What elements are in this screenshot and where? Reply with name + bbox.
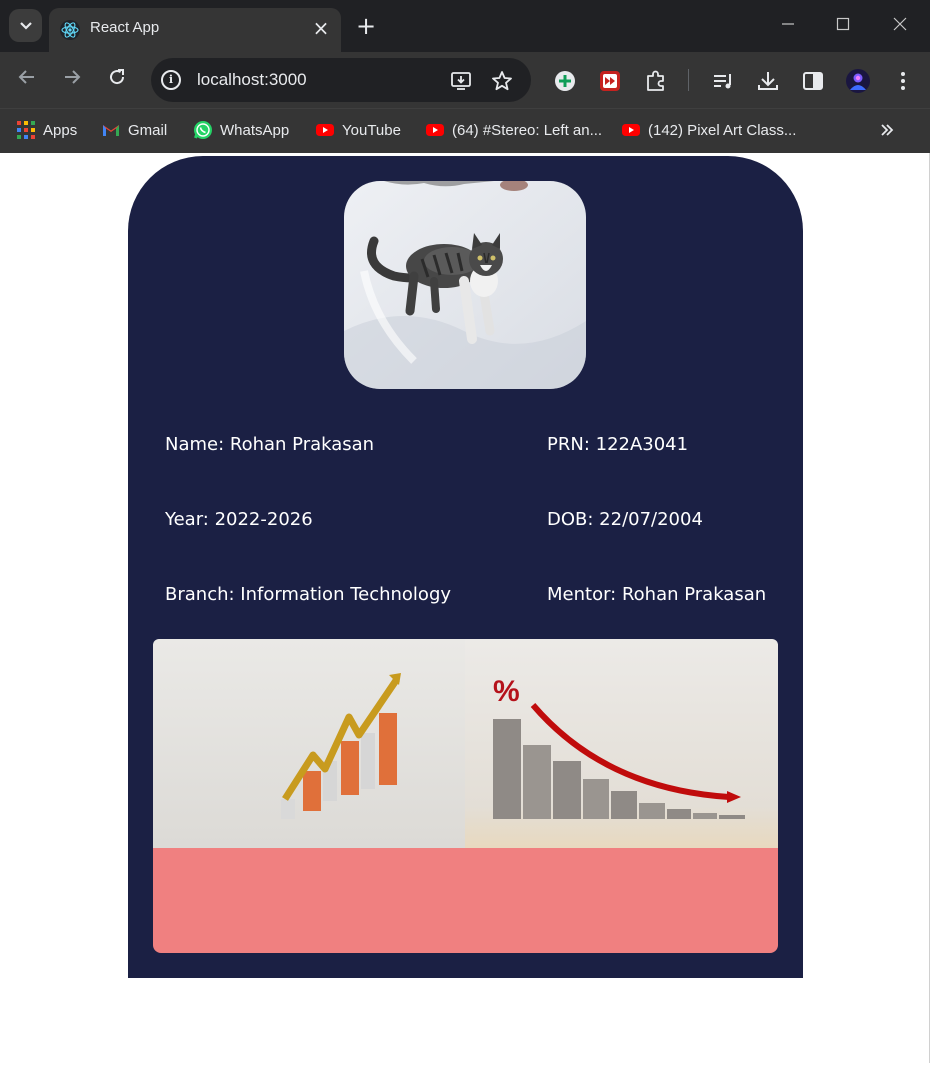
install-app-icon[interactable] xyxy=(449,69,473,93)
profile-avatar-icon[interactable] xyxy=(845,68,871,94)
youtube-icon xyxy=(622,124,640,136)
bookmark-youtube[interactable]: YouTube xyxy=(315,118,401,142)
back-button[interactable] xyxy=(13,67,41,95)
youtube-icon xyxy=(426,124,444,136)
react-logo-icon xyxy=(60,20,80,40)
bookmark-whatsapp[interactable]: WhatsApp xyxy=(193,118,289,142)
new-tab-button[interactable]: + xyxy=(352,12,380,40)
reload-button[interactable] xyxy=(103,67,131,95)
maximize-icon[interactable] xyxy=(823,10,863,42)
bookmark-label: YouTube xyxy=(342,121,401,139)
toolbar-separator xyxy=(688,69,689,91)
close-window-icon[interactable] xyxy=(880,10,920,42)
bookmark-gmail[interactable]: Gmail xyxy=(101,118,167,142)
bookmark-label: Gmail xyxy=(128,121,168,139)
address-bar[interactable]: i localhost:3000 xyxy=(151,58,531,102)
bookmark-label: WhatsApp xyxy=(220,121,290,139)
side-panel-icon[interactable] xyxy=(800,68,826,94)
extension-plus-icon[interactable] xyxy=(552,68,578,94)
youtube-icon xyxy=(316,124,334,136)
bookmarks-bar: Apps Gmail WhatsApp YouTube (64) #Stereo… xyxy=(0,108,930,153)
coin-stacks-with-falling-percent-arrow-photo: % xyxy=(465,639,778,848)
branch-field: Branch: Information Technology xyxy=(165,584,452,605)
image-row: % xyxy=(153,639,778,848)
cat-in-snow-photo xyxy=(344,181,586,389)
bookmark-label: (64) #Stereo: Left an... xyxy=(452,121,603,139)
chevron-down-icon xyxy=(19,21,32,30)
bookmark-stereo[interactable]: (64) #Stereo: Left an... xyxy=(425,118,602,142)
extension-fast-forward-icon[interactable] xyxy=(597,68,623,94)
forward-button[interactable] xyxy=(58,67,86,95)
mentor-field: Mentor: Rohan Prakasan xyxy=(547,584,767,605)
arrow-left-icon xyxy=(18,70,34,84)
extensions-puzzle-icon[interactable] xyxy=(643,68,669,94)
bookmark-star-icon[interactable] xyxy=(490,69,514,93)
more-menu-icon[interactable] xyxy=(890,68,916,94)
tab-react-app[interactable]: React App × xyxy=(49,8,341,52)
close-tab-icon[interactable]: × xyxy=(310,17,332,39)
whatsapp-icon xyxy=(194,121,212,139)
reload-icon xyxy=(110,69,125,85)
tab-strip: React App × + xyxy=(0,0,930,52)
site-info-icon[interactable]: i xyxy=(161,70,181,90)
tab-search-button[interactable] xyxy=(9,9,42,42)
name-field: Name: Rohan Prakasan xyxy=(165,434,375,455)
profile-card: Name: Rohan Prakasan PRN: 122A3041 Year:… xyxy=(128,156,803,978)
minimize-icon[interactable] xyxy=(768,10,808,42)
percent-symbol: % xyxy=(493,675,520,708)
bookmark-pixel-art[interactable]: (142) Pixel Art Class... xyxy=(621,118,796,142)
apps-grid-icon xyxy=(17,121,35,139)
url-text[interactable]: localhost:3000 xyxy=(197,69,307,91)
page-viewport: Name: Rohan Prakasan PRN: 122A3041 Year:… xyxy=(0,153,930,1066)
prn-field: PRN: 122A3041 xyxy=(547,434,689,455)
bookmark-label: Apps xyxy=(43,121,78,139)
dob-field: DOB: 22/07/2004 xyxy=(547,509,703,530)
chevron-double-right-icon[interactable] xyxy=(880,123,894,141)
toolbar: i localhost:3000 xyxy=(0,52,930,108)
year-field: Year: 2022-2026 xyxy=(165,509,313,530)
bookmark-apps[interactable]: Apps xyxy=(16,118,77,142)
gmail-icon xyxy=(103,125,119,136)
footer-box xyxy=(153,848,778,953)
tab-title: React App xyxy=(90,19,160,36)
bookmark-label: (142) Pixel Art Class... xyxy=(648,121,797,139)
media-queue-icon[interactable] xyxy=(710,68,736,94)
rising-bar-chart-with-arrow-photo xyxy=(153,639,465,848)
download-icon[interactable] xyxy=(755,68,781,94)
profile-photo xyxy=(344,181,586,389)
arrow-right-icon xyxy=(65,70,81,84)
browser-chrome: React App × + i localhost:3000 Apps Gmai… xyxy=(0,0,930,153)
